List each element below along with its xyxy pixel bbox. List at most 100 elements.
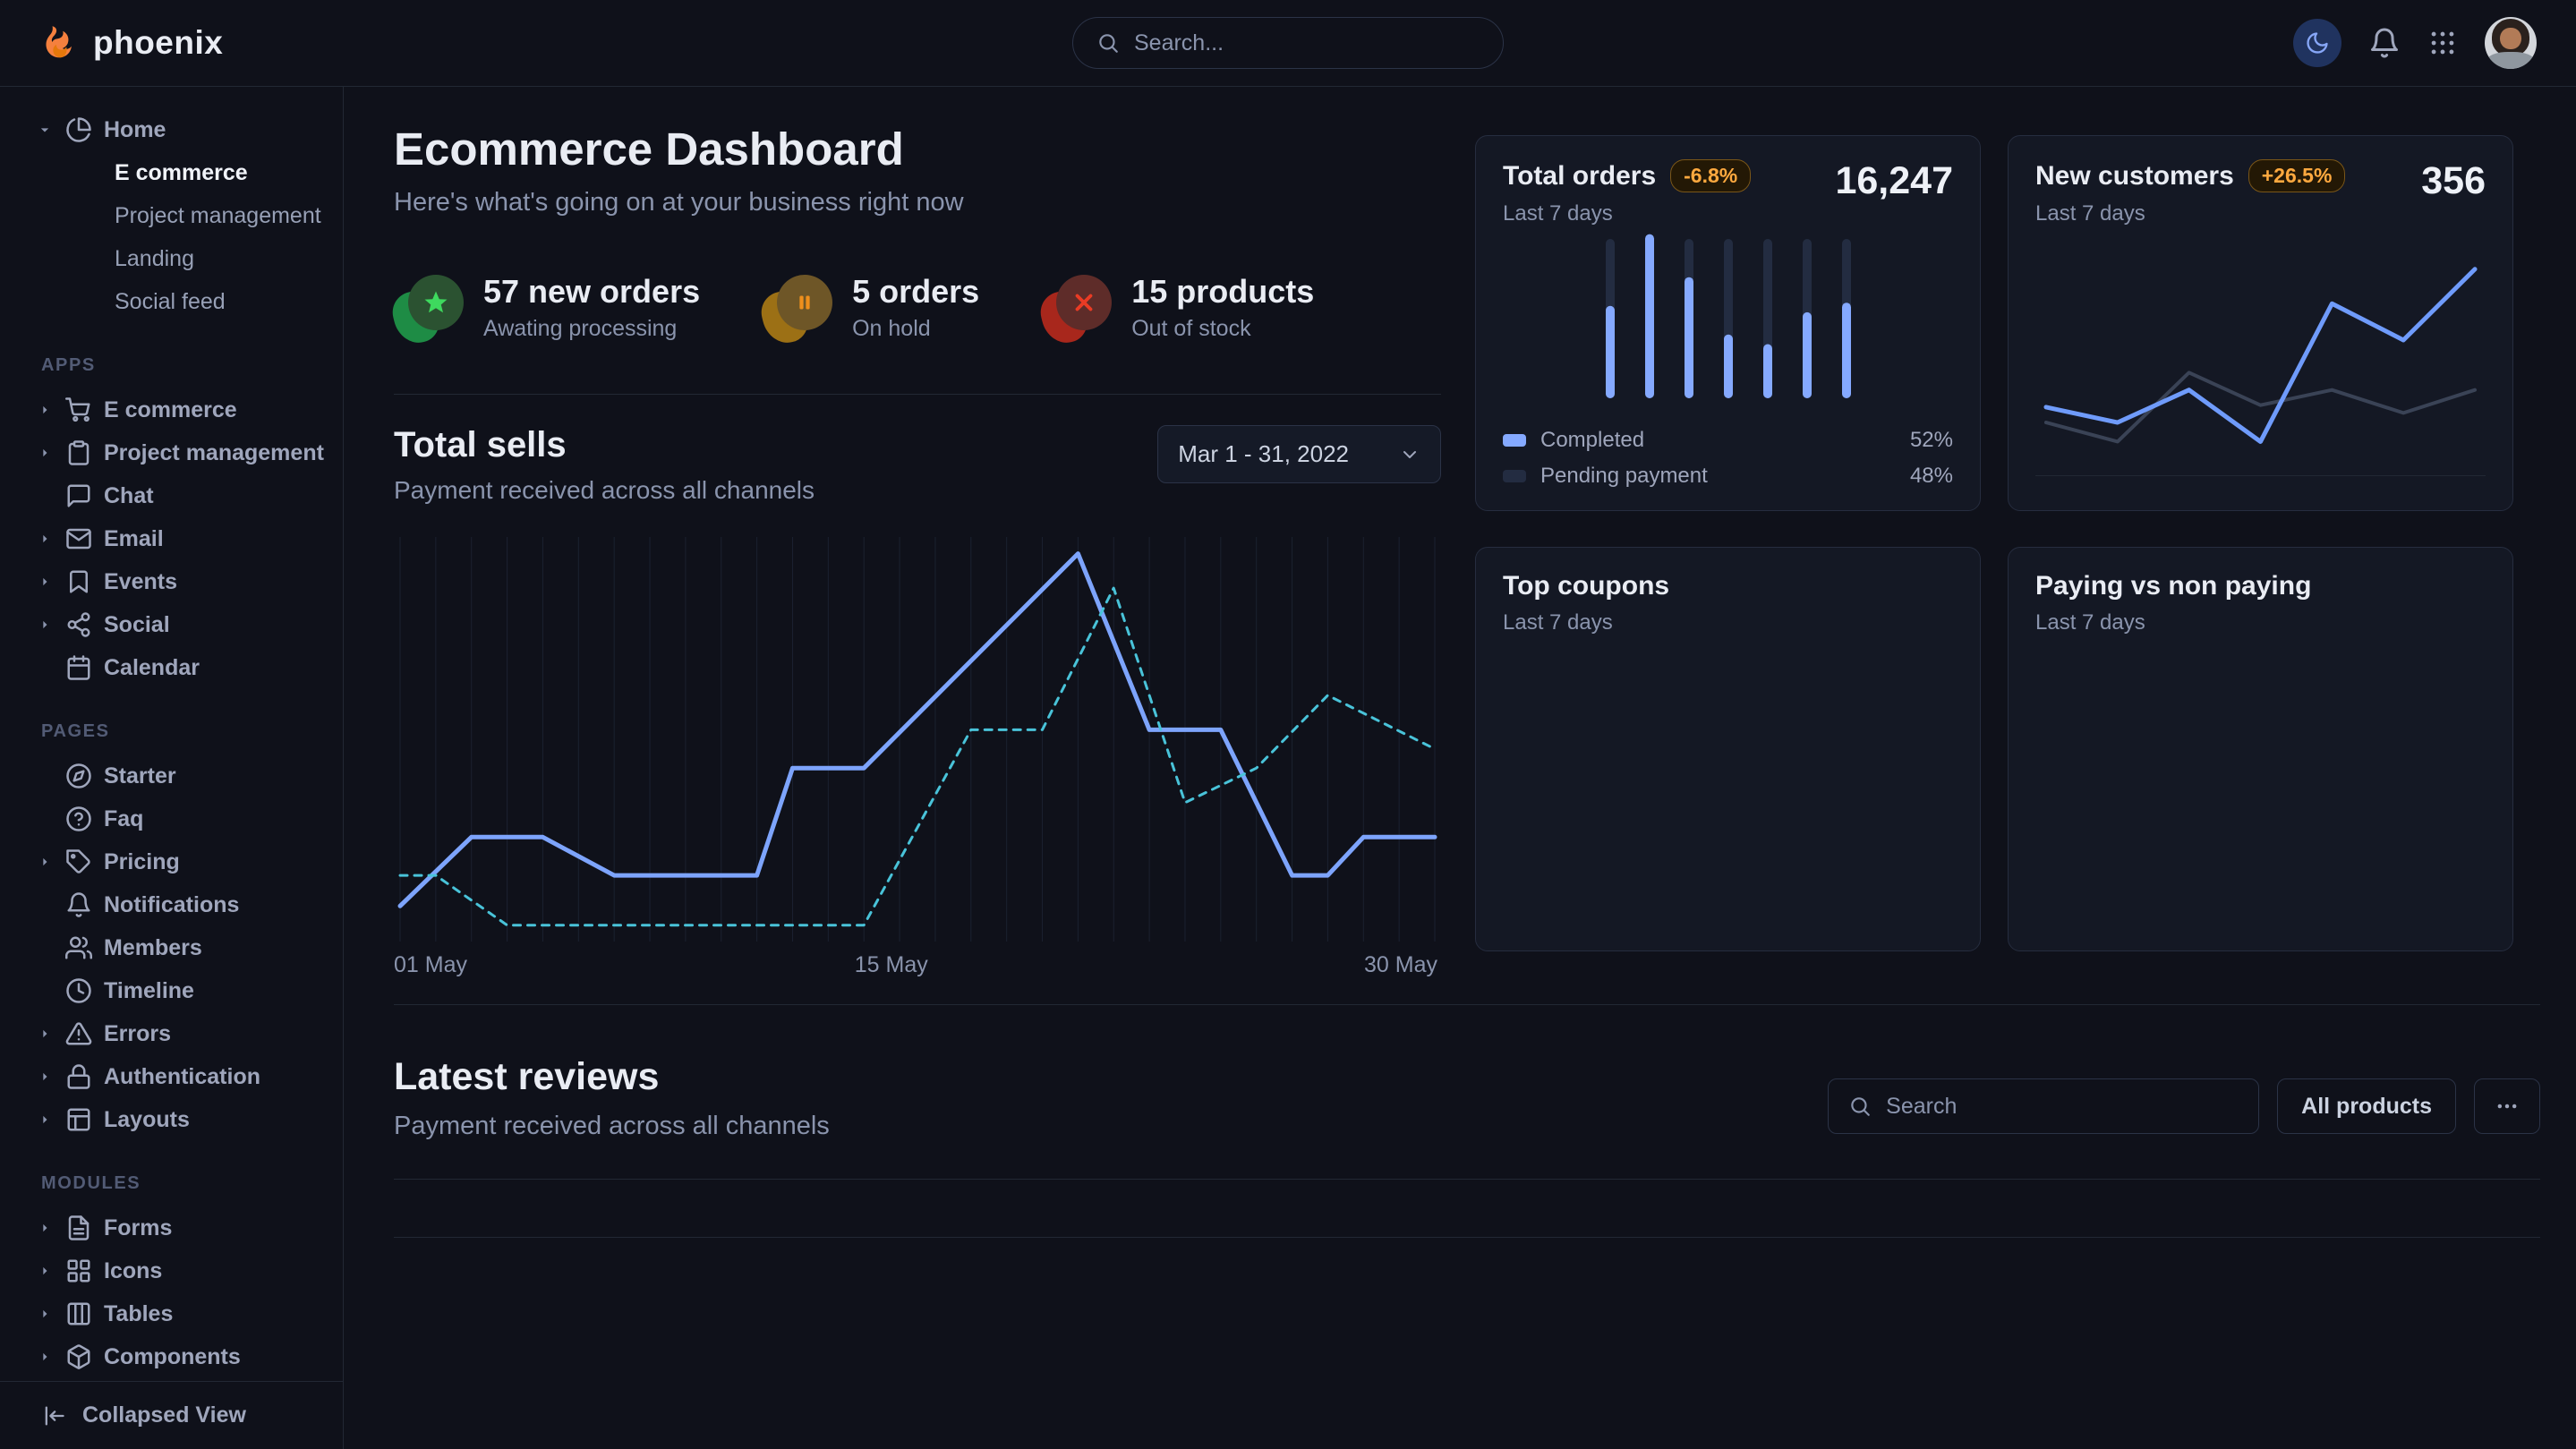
- sidebar-nav: HomeE commerceProject managementLandingS…: [0, 108, 343, 1378]
- sidebar-item-home[interactable]: Home: [0, 108, 343, 151]
- profile-avatar[interactable]: [2485, 17, 2537, 69]
- clock-icon: [65, 977, 92, 1004]
- caret-right-icon: [36, 853, 54, 871]
- sidebar-item-components[interactable]: Components: [0, 1335, 343, 1378]
- moon-icon: [2305, 30, 2330, 55]
- sidebar-item-social[interactable]: Social: [0, 603, 343, 646]
- top-coupons-card: Top coupons Last 7 days: [1475, 547, 1981, 951]
- theme-toggle-button[interactable]: [2293, 19, 2341, 67]
- x-icon: [1070, 289, 1097, 316]
- all-products-button[interactable]: All products: [2277, 1078, 2456, 1134]
- legend-swatch: [1503, 470, 1526, 482]
- trend-badge: -6.8%: [1670, 159, 1751, 192]
- sidebar-item-label: Errors: [104, 1021, 171, 1047]
- stat-texts: 57 new ordersAwating processing: [483, 273, 700, 342]
- sidebar-item-label: Events: [104, 569, 177, 595]
- reviews-search[interactable]: [1828, 1078, 2259, 1134]
- x-axis-tick: 15 May: [855, 952, 928, 978]
- apps-grid-button[interactable]: [2427, 28, 2458, 58]
- legend-value: 52%: [1910, 428, 1953, 453]
- sidebar-subitem-e-commerce[interactable]: E commerce: [0, 151, 343, 194]
- sidebar-item-icons[interactable]: Icons: [0, 1249, 343, 1292]
- sidebar-section-label: APPS: [0, 323, 343, 388]
- card-title: New customers: [2035, 161, 2234, 192]
- collapsed-view-toggle[interactable]: Collapsed View: [0, 1381, 343, 1449]
- card-title: Top coupons: [1503, 571, 1669, 601]
- sidebar-item-pricing[interactable]: Pricing: [0, 840, 343, 883]
- avatar-torso: [2487, 52, 2533, 69]
- stat-circle: [408, 275, 464, 330]
- bell-icon: [65, 891, 92, 918]
- sidebar-item-starter[interactable]: Starter: [0, 754, 343, 797]
- sidebar-item-label: Authentication: [104, 1064, 260, 1090]
- chat-icon: [65, 482, 92, 509]
- caret-right-icon: [36, 573, 54, 591]
- sidebar-item-calendar[interactable]: Calendar: [0, 646, 343, 689]
- total-sells-title: Total sells: [394, 425, 815, 465]
- stats-row: 57 new ordersAwating processing 5 ordersO…: [394, 273, 1441, 342]
- new-customers-value: 356: [2421, 159, 2486, 203]
- compass-icon: [65, 763, 92, 789]
- total-orders-chart: [1503, 226, 1953, 405]
- mail-icon: [65, 525, 92, 552]
- x-axis-tick: 30 May: [1364, 952, 1437, 978]
- page-subtitle: Here's what's going on at your business …: [394, 188, 1441, 217]
- tag-icon: [65, 848, 92, 875]
- hero-stat: 57 new ordersAwating processing: [394, 273, 700, 342]
- stat-value: 5 orders: [852, 273, 979, 311]
- sidebar-subitem-project-management[interactable]: Project management: [0, 194, 343, 237]
- sidebar-item-forms[interactable]: Forms: [0, 1206, 343, 1249]
- reviews-table: [394, 1179, 2540, 1238]
- avatar-face: [2500, 28, 2521, 49]
- sidebar-item-layouts[interactable]: Layouts: [0, 1098, 343, 1141]
- date-range-value: Mar 1 - 31, 2022: [1178, 440, 1349, 468]
- lock-icon: [65, 1063, 92, 1090]
- sidebar-item-faq[interactable]: Faq: [0, 797, 343, 840]
- sidebar-item-members[interactable]: Members: [0, 926, 343, 969]
- notifications-button[interactable]: [2368, 27, 2401, 59]
- sidebar-item-events[interactable]: Events: [0, 560, 343, 603]
- stat-value: 15 products: [1131, 273, 1314, 311]
- stats-cards: Total orders -6.8% Last 7 days 16,247 Co…: [1475, 135, 2540, 981]
- sidebar-item-timeline[interactable]: Timeline: [0, 969, 343, 1012]
- table-more-button[interactable]: [2474, 1078, 2540, 1134]
- sidebar-item-tables[interactable]: Tables: [0, 1292, 343, 1335]
- caret-down-icon: [36, 121, 54, 139]
- brand[interactable]: phoenix: [39, 22, 344, 64]
- collapse-icon: [41, 1403, 66, 1428]
- star-icon: [422, 289, 449, 316]
- navbar-search-input[interactable]: [1134, 30, 1480, 56]
- card-period: Last 7 days: [1503, 201, 1751, 226]
- sidebar-item-errors[interactable]: Errors: [0, 1012, 343, 1055]
- reviews-title: Latest reviews: [394, 1055, 830, 1099]
- sidebar-item-notifications[interactable]: Notifications: [0, 883, 343, 926]
- total-orders-legend: Completed52%Pending payment48%: [1503, 428, 1953, 489]
- chevron-down-icon: [1399, 444, 1420, 465]
- new-customers-chart: [2035, 252, 2486, 472]
- sidebar-item-authentication[interactable]: Authentication: [0, 1055, 343, 1098]
- overview-section: Ecommerce Dashboard Here's what's going …: [394, 123, 1441, 981]
- sidebar-item-project-management[interactable]: Project management: [0, 431, 343, 474]
- hero-stat: 5 ordersOn hold: [763, 273, 979, 342]
- sidebar-subitem-landing[interactable]: Landing: [0, 237, 343, 280]
- search-icon: [1096, 31, 1120, 55]
- navbar-search[interactable]: [1072, 17, 1504, 69]
- stat-texts: 15 productsOut of stock: [1131, 273, 1314, 342]
- pie-chart-icon: [65, 116, 92, 143]
- sidebar-item-label: Components: [104, 1344, 241, 1370]
- reviews-table-header: [394, 1179, 2540, 1238]
- sidebar-subitem-social-feed[interactable]: Social feed: [0, 280, 343, 323]
- stat-icon-cluster: [394, 275, 464, 341]
- sidebar-item-chat[interactable]: Chat: [0, 474, 343, 517]
- sidebar-item-label: Home: [104, 117, 166, 143]
- sidebar-item-email[interactable]: Email: [0, 517, 343, 560]
- legend-row: Completed52%: [1503, 428, 1953, 453]
- date-range-select[interactable]: Mar 1 - 31, 2022: [1157, 425, 1441, 483]
- legend-value: 48%: [1910, 464, 1953, 489]
- reviews-search-input[interactable]: [1886, 1094, 2239, 1120]
- hero-stat: 15 productsOut of stock: [1042, 273, 1314, 342]
- caret-right-icon: [36, 1219, 54, 1237]
- sidebar-item-e-commerce[interactable]: E commerce: [0, 388, 343, 431]
- grid-dots-icon: [2427, 28, 2458, 58]
- total-sells-xlabels: 01 May15 May30 May: [394, 942, 1441, 981]
